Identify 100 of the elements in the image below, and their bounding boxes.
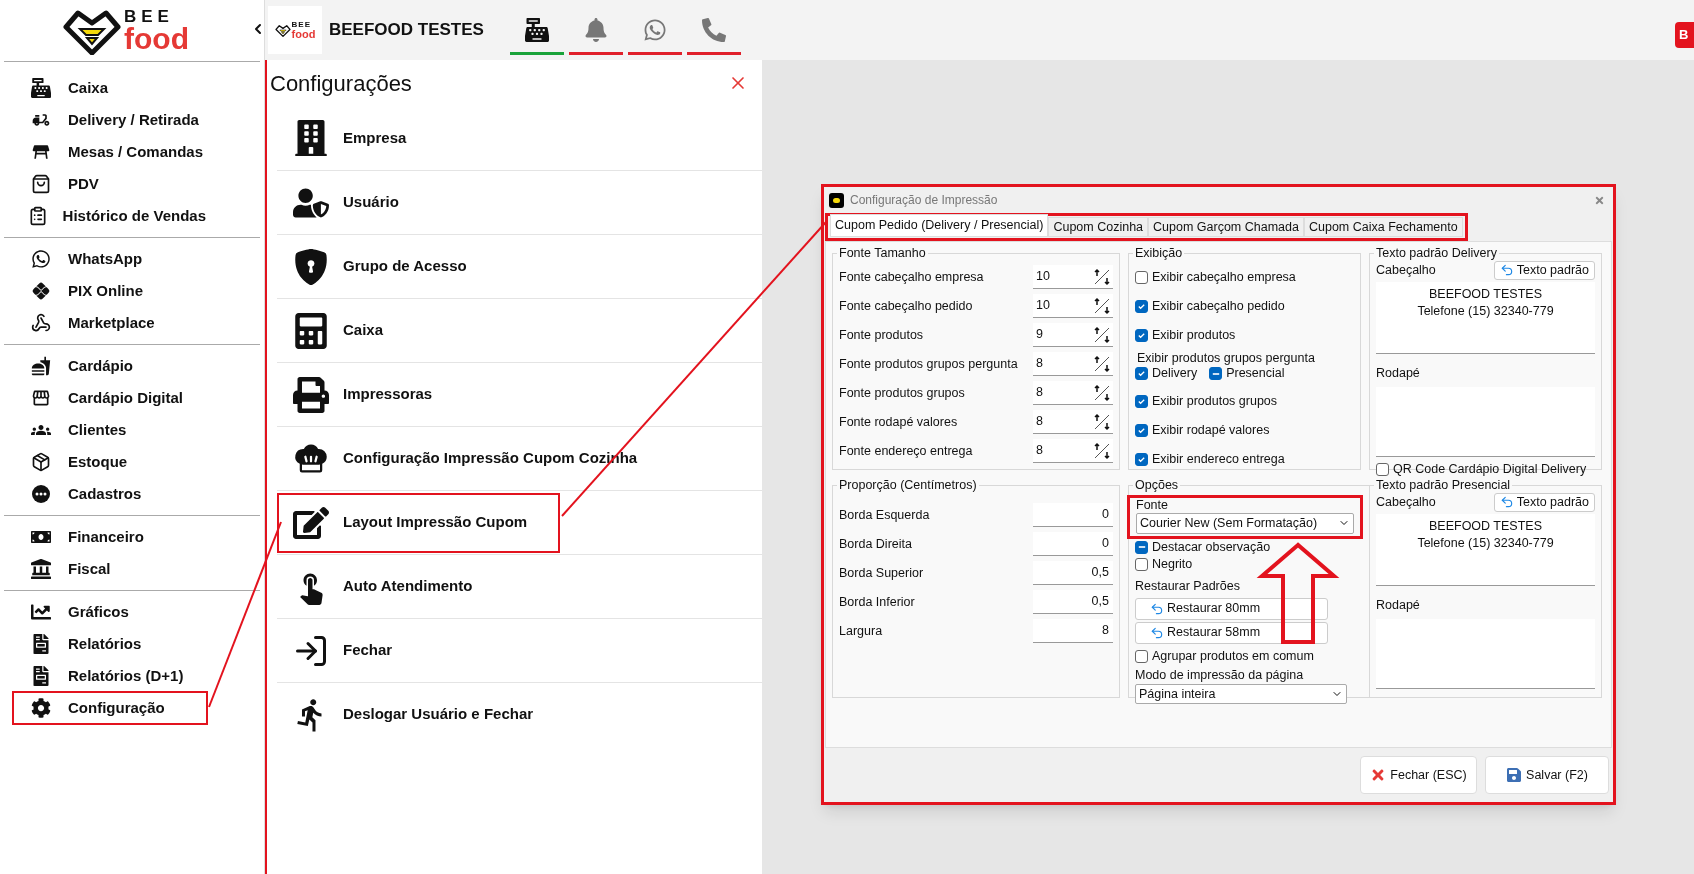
spin-field[interactable]: 9 <box>1033 323 1113 348</box>
group-title: Fonte Tamanho <box>838 245 927 262</box>
number-field[interactable]: 0 <box>1033 503 1113 528</box>
close-icon[interactable] <box>1594 194 1605 206</box>
checkmark-icon <box>1137 330 1146 340</box>
checkbox[interactable] <box>1135 540 1148 554</box>
save-button[interactable]: Salvar (F2) <box>1485 756 1609 794</box>
checkbox[interactable] <box>1376 463 1389 476</box>
spin-arrows-icon[interactable] <box>1092 353 1112 374</box>
checkbox[interactable] <box>1209 367 1223 381</box>
checkmark-icon <box>1137 425 1146 435</box>
checkbox[interactable] <box>1135 328 1148 342</box>
sidebar-item[interactable]: Cardápio <box>12 349 208 383</box>
checkbox[interactable] <box>1135 650 1148 663</box>
logo-text: food <box>124 25 189 53</box>
restore-button[interactable]: Restaurar 80mm <box>1135 597 1328 620</box>
spin-arrows-icon[interactable] <box>1092 295 1112 316</box>
spin-arrows-icon[interactable] <box>1092 411 1112 432</box>
sidebar-item[interactable]: Gráficos <box>12 595 208 629</box>
spin-arrows-icon[interactable] <box>1092 440 1112 461</box>
spin-field[interactable]: 8 <box>1033 352 1113 377</box>
app-icon <box>829 192 844 208</box>
checkbox[interactable] <box>1135 557 1148 571</box>
spin-field[interactable]: 8 <box>1033 381 1113 406</box>
field-label: Borda Direita <box>839 535 913 553</box>
field-label: Fonte produtos grupos <box>839 384 966 402</box>
font-select[interactable]: Courier New (Sem Formatação) <box>1136 512 1354 534</box>
settings-menu-item[interactable]: Fechar <box>277 620 717 681</box>
corner-button[interactable]: B <box>1675 22 1694 48</box>
company-name: BEEFOOD TESTES <box>329 19 484 42</box>
tab[interactable]: Cupom Garçom Chamada <box>1148 217 1304 237</box>
tab[interactable]: Cupom Caixa Fechamento <box>1303 217 1463 237</box>
text-line: BEEFOOD TESTES <box>1429 517 1542 535</box>
settings-menu-item[interactable]: Impressoras <box>277 364 717 425</box>
sidebar-item[interactable]: Mesas / Comandas <box>12 135 208 169</box>
sidebar-item[interactable]: Clientes <box>12 413 208 447</box>
default-text-button[interactable]: Texto padrão <box>1493 492 1595 512</box>
spin-field[interactable]: 8 <box>1033 439 1113 464</box>
checkbox[interactable] <box>1135 367 1148 381</box>
spin-field[interactable]: 10 <box>1033 294 1113 319</box>
settings-menu-item[interactable]: Caixa <box>277 300 717 361</box>
sidebar-item[interactable]: Cardápio Digital <box>12 381 208 415</box>
undo-arrow-icon <box>1499 263 1514 278</box>
field-label: Borda Superior <box>839 564 925 582</box>
sidebar-item[interactable]: PIX Online <box>12 274 208 308</box>
sidebar-item[interactable]: Fiscal <box>12 552 208 586</box>
sidebar-item[interactable]: Caixa <box>12 71 208 105</box>
tab[interactable]: Cupom Pedido (Delivery / Presencial) <box>830 214 1049 237</box>
sidebar-item[interactable]: Delivery / Retirada <box>12 103 208 137</box>
text-area[interactable]: BEEFOOD TESTES Telefone (15) 32340-779 <box>1376 513 1595 586</box>
sidebar-item[interactable]: Relatórios (D+1) <box>12 659 208 693</box>
checkbox[interactable] <box>1135 452 1148 466</box>
page-mode-select[interactable]: Página inteira <box>1135 684 1347 705</box>
number-field[interactable]: 8 <box>1033 619 1113 644</box>
sidebar-item[interactable]: PDV <box>12 167 208 201</box>
settings-menu-item[interactable]: Usuário <box>277 172 717 233</box>
settings-menu-item[interactable]: Deslogar Usuário e Fechar <box>277 684 717 745</box>
checkbox[interactable] <box>1135 423 1148 437</box>
spin-arrows-icon[interactable] <box>1092 382 1112 403</box>
settings-menu-item[interactable]: Grupo de Acesso <box>277 236 717 297</box>
cash-register-icon <box>524 18 549 42</box>
checkbox[interactable] <box>1135 299 1148 313</box>
store-icon <box>31 388 51 408</box>
sidebar-item[interactable]: Relatórios <box>12 627 208 661</box>
panel-title: Configurações <box>270 69 412 98</box>
field-label: Borda Esquerda <box>839 506 931 524</box>
sidebar-item[interactable]: Estoque <box>12 445 208 479</box>
spin-field[interactable]: 8 <box>1033 410 1113 435</box>
number-field[interactable]: 0 <box>1033 532 1113 557</box>
cash-register-icon <box>31 78 51 98</box>
checkbox-label: Agrupar produtos em comum <box>1152 648 1314 666</box>
spin-field[interactable]: 10 <box>1033 265 1113 290</box>
tab[interactable]: Cupom Cozinha <box>1048 217 1149 237</box>
settings-menu-item[interactable]: Auto Atendimento <box>277 556 717 617</box>
sidebar-item[interactable]: Marketplace <box>12 306 208 340</box>
spin-arrows-icon[interactable] <box>1092 266 1112 287</box>
spin-arrows-icon[interactable] <box>1092 324 1112 345</box>
field-label: Fonte <box>1136 497 1169 513</box>
sidebar-item[interactable]: Histórico de Vendas <box>12 199 208 233</box>
settings-menu-item[interactable]: Empresa <box>277 108 717 168</box>
checkbox[interactable] <box>1135 394 1148 408</box>
sidebar-item[interactable]: Configuração <box>12 691 208 725</box>
group-title: Exibição <box>1134 245 1184 262</box>
restore-button[interactable]: Restaurar 58mm <box>1135 621 1328 644</box>
lock-shield-icon <box>293 248 329 285</box>
group-title: Texto padrão Presencial <box>1375 477 1512 494</box>
number-field[interactable]: 0,5 <box>1033 590 1113 615</box>
checkbox[interactable] <box>1135 270 1148 284</box>
sidebar-item[interactable]: WhatsApp <box>12 242 208 276</box>
field-label: Fonte cabeçalho empresa <box>839 268 985 286</box>
sidebar-item[interactable]: Financeiro <box>12 520 208 554</box>
checkbox-label: Delivery <box>1152 365 1198 383</box>
sidebar-item[interactable]: Cadastros <box>12 477 208 511</box>
close-button[interactable]: Fechar (ESC) <box>1360 756 1477 794</box>
default-text-button[interactable]: Texto padrão <box>1493 260 1595 280</box>
text-area[interactable]: BEEFOOD TESTES Telefone (15) 32340-779 <box>1376 281 1595 354</box>
settings-menu-item[interactable]: Layout Impressão Cupom <box>277 492 560 553</box>
undo-arrow-icon <box>1499 495 1514 510</box>
field-label: Cabeçalho <box>1376 261 1436 279</box>
number-field[interactable]: 0,5 <box>1033 561 1113 586</box>
